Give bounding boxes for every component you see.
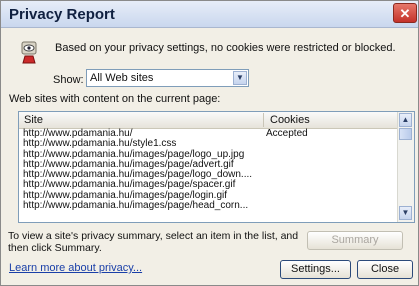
column-header-cookies[interactable]: Cookies <box>270 114 310 126</box>
privacy-report-window: Privacy Report ✕ Based on your privacy s… <box>0 0 419 286</box>
list-rows: http://www.pdamania.hu/Accepted http://w… <box>23 128 393 212</box>
list-label: Web sites with content on the current pa… <box>9 93 221 105</box>
scroll-down-icon[interactable]: ▼ <box>399 206 412 220</box>
learn-more-link[interactable]: Learn more about privacy... <box>9 262 142 274</box>
settings-button[interactable]: Settings... <box>280 260 351 279</box>
show-label: Show: <box>53 74 84 86</box>
show-filter-select[interactable]: All Web sites ▼ <box>86 69 249 87</box>
close-window-button[interactable]: ✕ <box>393 3 417 23</box>
column-divider[interactable] <box>263 113 264 127</box>
vertical-scrollbar[interactable]: ▲ ▼ <box>397 112 414 222</box>
privacy-eye-icon <box>21 41 37 64</box>
window-title: Privacy Report <box>9 6 115 23</box>
close-icon: ✕ <box>399 6 411 21</box>
site-url: http://www.pdamania.hu/images/page/head_… <box>23 200 249 212</box>
chevron-down-icon[interactable]: ▼ <box>233 71 247 85</box>
title-bar: Privacy Report ✕ <box>1 1 418 28</box>
summary-button[interactable]: Summary <box>307 231 403 250</box>
scroll-thumb[interactable] <box>399 128 412 140</box>
privacy-summary-text: Based on your privacy settings, no cooki… <box>55 42 396 54</box>
cookie-status: Accepted <box>266 128 308 139</box>
close-button[interactable]: Close <box>357 260 413 279</box>
scroll-up-icon[interactable]: ▲ <box>399 113 412 127</box>
column-header-site[interactable]: Site <box>24 114 43 126</box>
sites-list[interactable]: Site Cookies http://www.pdamania.hu/Acce… <box>18 111 415 223</box>
instruction-text: To view a site's privacy summary, select… <box>8 230 299 254</box>
show-filter-value: All Web sites <box>90 72 154 84</box>
list-item[interactable]: http://www.pdamania.hu/images/page/head_… <box>23 200 393 212</box>
list-header: Site Cookies <box>19 112 399 129</box>
